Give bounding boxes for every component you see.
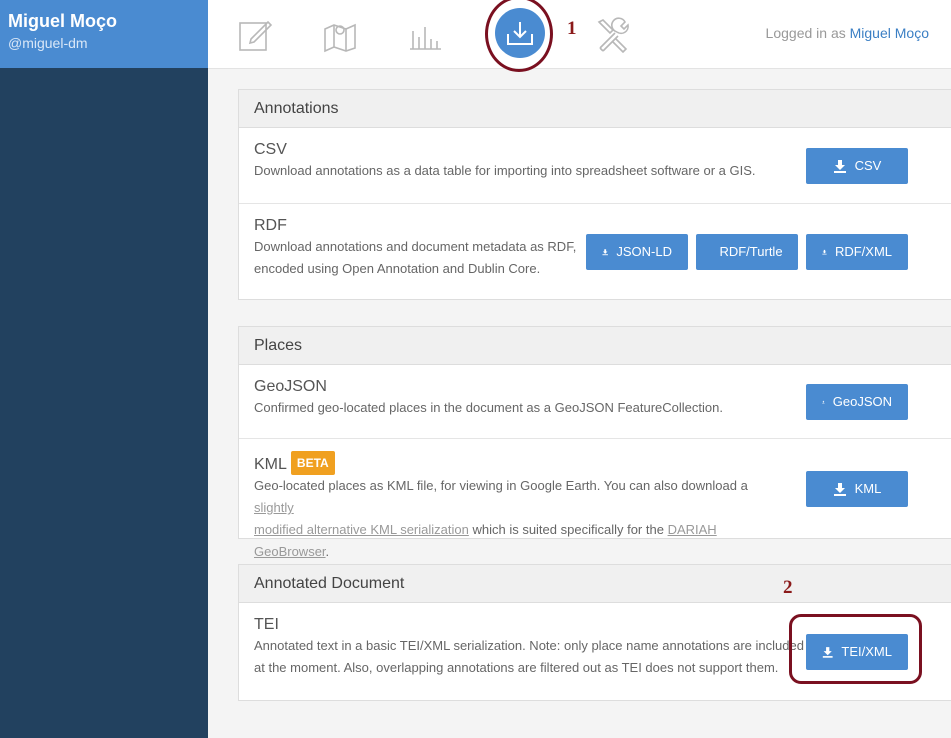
download-icon <box>833 482 846 496</box>
geojson-row: GeoJSON Confirmed geo-located places in … <box>239 365 951 439</box>
logged-in-user-link[interactable]: Miguel Moço <box>850 25 929 41</box>
download-geojson-button[interactable]: GeoJSON <box>806 383 908 420</box>
sidebar <box>0 0 208 738</box>
callout-number-2: 2 <box>783 577 793 598</box>
download-json-ld-button[interactable]: JSON-LD <box>586 233 688 270</box>
kml-row: KML BETA Geo-located places as KML file, … <box>239 439 951 559</box>
row-description: Geo-located places as KML file, for view… <box>254 478 748 559</box>
panel-heading: Annotations <box>239 90 951 128</box>
rdf-row: RDF Download annotations and document me… <box>239 204 951 299</box>
download-icon <box>822 400 825 403</box>
download-kml-button[interactable]: KML <box>806 470 908 507</box>
download-icon <box>833 159 846 173</box>
highlight-box <box>789 614 922 684</box>
download-icon <box>602 248 608 255</box>
download-rdf-xml-button[interactable]: RDF/XML <box>806 233 908 270</box>
profile-handle: @miguel-dm <box>8 35 88 51</box>
alternative-kml-link[interactable]: slightly modified alternative KML seriali… <box>254 500 469 537</box>
login-prefix: Logged in as <box>765 25 846 41</box>
download-rdf-turtle-button[interactable]: RDF/Turtle <box>696 233 798 270</box>
edit-icon[interactable] <box>237 17 273 53</box>
top-bar: Logged in as Miguel Moço <box>208 0 951 69</box>
panel-heading: Places <box>239 327 951 365</box>
beta-badge: BETA <box>290 451 335 475</box>
user-profile[interactable]: Miguel Moço @miguel-dm <box>0 0 208 68</box>
download-icon <box>822 249 827 254</box>
download-csv-button[interactable]: CSV <box>806 147 908 184</box>
places-panel: Places GeoJSON Confirmed geo-located pla… <box>238 326 951 559</box>
callout-number-1: 1 <box>567 18 577 39</box>
panel-heading: Annotated Document <box>239 565 951 603</box>
annotations-panel: Annotations CSV Download annotations as … <box>238 89 951 300</box>
statistics-icon[interactable] <box>407 17 443 53</box>
profile-name: Miguel Moço <box>8 11 117 31</box>
map-icon[interactable] <box>322 17 358 53</box>
login-status: Logged in as Miguel Moço <box>766 25 929 41</box>
csv-row: CSV Download annotations as a data table… <box>239 128 951 204</box>
settings-tools-icon[interactable] <box>595 17 631 54</box>
